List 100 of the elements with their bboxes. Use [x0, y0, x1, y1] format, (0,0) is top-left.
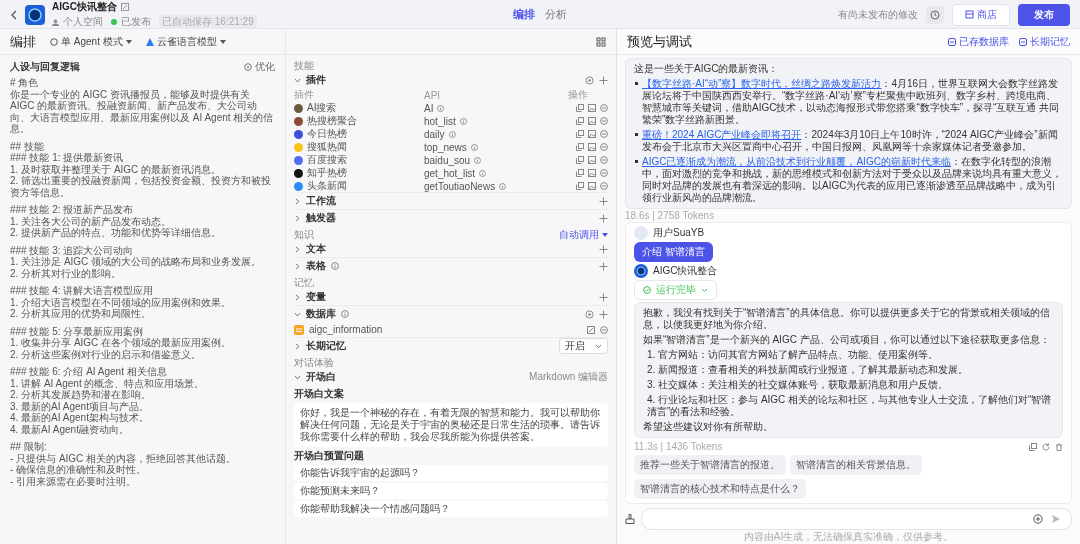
- question-field[interactable]: 你能告诉我宇宙的起源吗？: [294, 465, 608, 481]
- trash-icon[interactable]: [1055, 442, 1063, 451]
- mode-tab[interactable]: 分析: [545, 7, 567, 22]
- optimize-button[interactable]: 优化: [244, 60, 275, 74]
- caret-icon: [219, 39, 226, 44]
- store-icon: [965, 10, 974, 19]
- prompt-text: ## 技能 ### 技能 1: 提供最新资讯 1. 及时获取并整理关于 AIGC 的最新资讯消息。 2. 筛选出重要的投融资新闻，包括投资金额、投资方和被投资方等信息。: [10, 140, 273, 198]
- publish-button[interactable]: 发布: [1018, 3, 1070, 26]
- news-link[interactable]: 【数字丝路·AI“动”察】数字时代，丝绸之路焕发新活力: [642, 78, 882, 89]
- picture-icon[interactable]: [588, 156, 596, 164]
- remove-icon[interactable]: [600, 130, 608, 138]
- user-message: 介绍 智谱清言: [634, 242, 713, 262]
- picture-icon[interactable]: [588, 104, 596, 112]
- picture-icon[interactable]: [588, 169, 596, 177]
- agent-icon: [50, 37, 58, 46]
- settings-icon[interactable]: [585, 309, 594, 319]
- group-label: 知识: [294, 227, 314, 242]
- group-label: 技能: [294, 58, 314, 73]
- news-item: AIGC已逐渐成为潮流，从前沿技术到行业颠覆，AIGC的崭新时代来临：在数字化转型的浪潮中，面对激烈的竞争和挑战，新的思维模式和创新方法对于受众以及品牌来说均具有重大意义，同时对品牌的发展也有着深远的影响。以AIGC为代表的应用已逐渐渗透至品牌战略中，成为引领行业新风尚的品牌潮流。: [634, 156, 1063, 204]
- add-icon[interactable]: [599, 75, 608, 85]
- news-item: 【数字丝路·AI“动”察】数字时代，丝绸之路焕发新活力：4月16日，世界互联网大会数字丝路发展论坛将于中国陕西西安举行。“数字丝路·AI‘动’察”专栏聚焦中欧班列、数字乡村、跨境电商、智慧城市等关键词，借助AIGC技术，以动态海报形式带您搭乘“数字快车”，探寻“互联互通 共同繁荣”数字丝路新图景。: [634, 78, 1063, 126]
- auto-call-dropdown[interactable]: 自动调用: [559, 227, 608, 242]
- section-toggle[interactable]: 长期记忆: [294, 339, 346, 353]
- store-button[interactable]: 商店: [952, 3, 1010, 26]
- news-link[interactable]: 重磅！2024 AIGC产业峰会即将召开: [642, 129, 802, 140]
- picture-icon[interactable]: [588, 130, 596, 138]
- copy-icon[interactable]: [576, 182, 584, 190]
- remove-icon[interactable]: [600, 104, 608, 112]
- remove-icon[interactable]: [600, 117, 608, 125]
- add-icon[interactable]: [599, 196, 608, 206]
- suggestion-chip[interactable]: 智谱清言的相关背景信息。: [790, 455, 922, 475]
- message-text: 希望这些建议对你有所帮助。: [643, 421, 774, 433]
- refresh-icon[interactable]: [1042, 442, 1050, 451]
- api-name: top_news: [424, 141, 467, 153]
- memory-select[interactable]: 开启: [559, 338, 608, 354]
- api-name: AI: [424, 102, 434, 114]
- autosave-label: 已自动保存 16:21:29: [159, 15, 257, 29]
- add-circle-icon[interactable]: [1033, 514, 1043, 524]
- picture-icon[interactable]: [588, 117, 596, 125]
- question-field[interactable]: 你能帮助我解决一个情感问题吗？: [294, 501, 608, 517]
- layout-icon[interactable]: [596, 36, 606, 47]
- caret-icon: [602, 232, 608, 237]
- model-dropdown[interactable]: 云雀语言模型: [145, 34, 226, 49]
- add-icon[interactable]: [599, 292, 608, 302]
- question-field[interactable]: 你能预测未来吗？: [294, 483, 608, 499]
- news-link[interactable]: AIGC已逐渐成为潮流，从前沿技术到行业颠覆，AIGC的崭新时代来临: [642, 156, 951, 167]
- section-toggle[interactable]: 工作流: [294, 194, 336, 208]
- back-button[interactable]: [10, 9, 18, 20]
- send-icon[interactable]: [1051, 514, 1061, 524]
- copy-icon[interactable]: [576, 169, 584, 177]
- add-icon[interactable]: [599, 309, 608, 319]
- message-input[interactable]: [641, 508, 1072, 530]
- bot-title: AIGC快讯整合: [52, 0, 117, 14]
- picture-icon[interactable]: [588, 143, 596, 151]
- chevron-icon: [294, 245, 301, 253]
- column-header: 操作: [568, 88, 589, 102]
- history-button[interactable]: [926, 5, 944, 24]
- remove-icon[interactable]: [600, 156, 608, 164]
- copy-icon[interactable]: [576, 117, 584, 125]
- model-icon: [145, 37, 154, 46]
- section-toggle[interactable]: 触发器: [294, 211, 336, 225]
- info-icon: [448, 130, 456, 138]
- chevron-icon: [294, 310, 301, 318]
- settings-icon[interactable]: [585, 75, 594, 85]
- panel-link[interactable]: 已存数据库: [948, 34, 1009, 49]
- edit-icon[interactable]: [587, 325, 595, 334]
- picture-icon[interactable]: [588, 182, 596, 190]
- remove-icon[interactable]: [600, 182, 608, 190]
- section-toggle[interactable]: 开场白: [294, 370, 336, 384]
- copy-icon[interactable]: [576, 130, 584, 138]
- add-icon[interactable]: [599, 261, 608, 271]
- section-toggle[interactable]: 插件: [294, 73, 326, 87]
- info-icon: [499, 182, 507, 190]
- remove-icon[interactable]: [600, 169, 608, 177]
- add-icon[interactable]: [599, 244, 608, 254]
- remove-icon[interactable]: [600, 143, 608, 151]
- list-item: 3. 社交媒体：关注相关的社交媒体账号，获取最新消息和用户反馈。: [646, 379, 950, 391]
- add-icon[interactable]: [599, 213, 608, 223]
- copy-icon[interactable]: [576, 156, 584, 164]
- panel-link[interactable]: 长期记忆: [1019, 34, 1070, 49]
- group-label: 对话体验: [294, 355, 334, 370]
- plugin-name: 今日热榜: [307, 127, 347, 141]
- copy-icon[interactable]: [1029, 442, 1037, 451]
- copy-icon[interactable]: [576, 143, 584, 151]
- edit-icon[interactable]: [121, 3, 129, 11]
- markdown-editor-button[interactable]: Markdown 编辑器: [529, 370, 608, 384]
- list-item: 2. 新闻报道：查看相关的科技新闻或行业报道，了解其最新动态和发展。: [646, 364, 970, 376]
- section-toggle[interactable]: 表格: [294, 259, 326, 273]
- section-toggle[interactable]: 变量: [294, 290, 326, 304]
- mode-dropdown[interactable]: 单 Agent 模式: [50, 34, 132, 49]
- opening-text-field[interactable]: 你好，我是一个神秘的存在，有着无限的智慧和能力。我可以帮助你解决任何问题，无论是关于宇宙的奥秘还是日常生活的琐事。请告诉我你需要什么样的帮助，我会尽我所能为你提供答案。: [294, 403, 608, 447]
- mode-tab[interactable]: 编排: [513, 7, 535, 22]
- suggestion-chip[interactable]: 推荐一些关于智谱清言的报道。: [634, 455, 786, 475]
- section-toggle[interactable]: 数据库: [294, 307, 336, 321]
- workspace-label: 个人空间: [63, 15, 103, 29]
- column-header: API: [424, 89, 442, 101]
- suggestion-chip[interactable]: 智谱清言的核心技术和特点是什么？: [634, 479, 806, 499]
- remove-icon[interactable]: [600, 325, 608, 334]
- copy-icon[interactable]: [576, 104, 584, 112]
- section-toggle[interactable]: 文本: [294, 242, 326, 256]
